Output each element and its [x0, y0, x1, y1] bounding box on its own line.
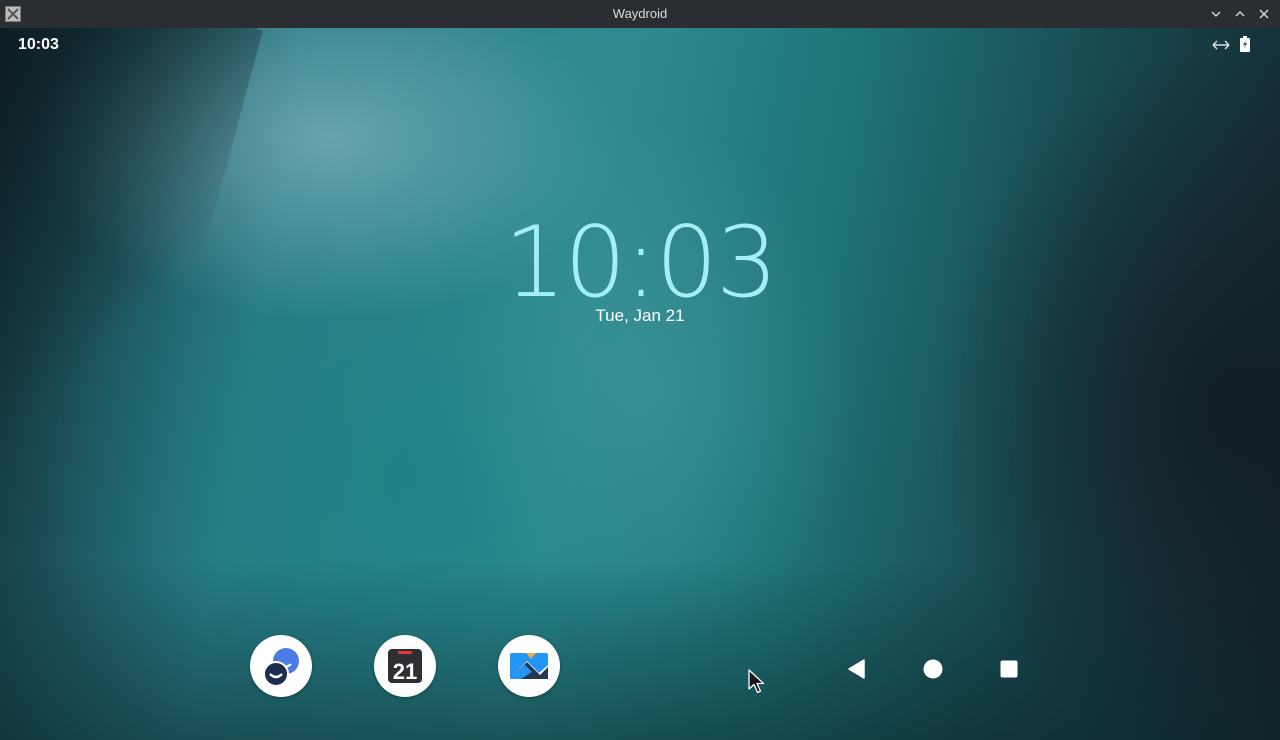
gallery-app[interactable] [498, 635, 560, 697]
close-icon [1259, 9, 1269, 19]
recents-button[interactable] [991, 654, 1027, 684]
messaging-app[interactable] [250, 635, 312, 697]
calendar-icon: 21 [388, 649, 422, 684]
home-icon [923, 659, 943, 679]
status-bar-icons [1212, 36, 1250, 57]
window-controls [1206, 4, 1274, 24]
data-transfer-arrows-icon [1212, 38, 1230, 56]
back-button[interactable] [838, 654, 874, 684]
home-button[interactable] [915, 654, 951, 684]
window-title: Waydroid [612, 6, 668, 21]
minimize-button[interactable] [1206, 4, 1226, 24]
lockscreen-date: Tue, Jan 21 [595, 306, 685, 325]
chat-bubbles-icon [263, 648, 299, 687]
calendar-day: 21 [393, 659, 417, 684]
navigation-bar [838, 654, 1028, 684]
window-titlebar[interactable]: Waydroid [0, 0, 1280, 28]
calendar-app[interactable]: 21 [374, 635, 436, 697]
chevron-up-icon [1235, 11, 1245, 17]
battery-charging-icon [1240, 36, 1250, 57]
android-lockscreen[interactable]: 10:03 10:03 Tue, Jan 21 21 [0, 28, 1280, 740]
mouse-pointer-icon [748, 669, 766, 700]
status-bar-time: 10:03 [18, 36, 59, 53]
app-dock: 21 [250, 635, 560, 697]
maximize-button[interactable] [1230, 4, 1250, 24]
gallery-icon [510, 653, 548, 679]
waydroid-window: Waydroid 10:03 10:03 Tue, Jan 21 21 [0, 0, 1280, 740]
back-icon [848, 659, 865, 679]
lockscreen-clock: 10:03 [503, 206, 778, 320]
close-button[interactable] [1254, 4, 1274, 24]
chevron-down-icon [1211, 11, 1221, 17]
recents-icon [1000, 660, 1018, 678]
